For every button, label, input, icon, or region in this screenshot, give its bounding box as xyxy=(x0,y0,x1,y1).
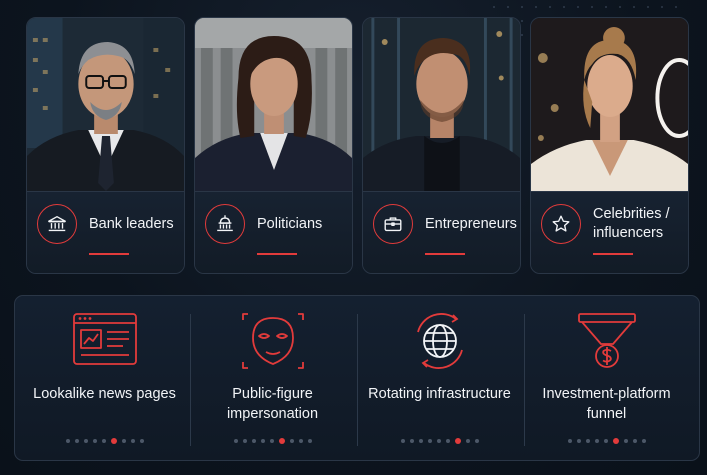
pager-dot[interactable] xyxy=(567,439,572,443)
pager-dot[interactable] xyxy=(623,439,628,443)
tactic-investment-platform-funnel[interactable]: Investment-platform funnel xyxy=(523,296,690,462)
pager-dot[interactable] xyxy=(576,439,581,443)
persona-card-entrepreneurs[interactable]: Entrepreneurs xyxy=(362,17,521,274)
persona-footer: Entrepreneurs xyxy=(363,191,520,273)
tactic-rotating-infrastructure[interactable]: Rotating infrastructure xyxy=(356,296,523,462)
capitol-icon xyxy=(205,204,245,244)
pager-dot[interactable] xyxy=(418,439,423,443)
pager-dot-active[interactable] xyxy=(612,438,619,444)
pager-dot[interactable] xyxy=(641,439,646,443)
pager-dot-active[interactable] xyxy=(278,438,285,444)
tactic-label: Investment-platform funnel xyxy=(542,386,671,422)
persona-footer: Celebrities / influencers xyxy=(531,191,688,273)
pagination-dots xyxy=(189,438,356,444)
pager-dot[interactable] xyxy=(307,439,312,443)
politician-photo xyxy=(195,18,352,191)
rotating-globe-icon xyxy=(406,310,474,372)
pager-dot[interactable] xyxy=(445,439,450,443)
pager-dot[interactable] xyxy=(409,439,414,443)
pagination-dots xyxy=(21,438,188,444)
persona-label: Entrepreneurs xyxy=(425,215,517,232)
pager-dot[interactable] xyxy=(436,439,441,443)
tactics-panel: Lookalike news pages Public-figure imper… xyxy=(14,295,700,461)
pager-dot[interactable] xyxy=(474,439,479,443)
tactic-lookalike-news-pages[interactable]: Lookalike news pages xyxy=(21,296,188,462)
accent-underline xyxy=(425,253,465,255)
pager-dot-active[interactable] xyxy=(454,438,461,444)
persona-card-celebrities[interactable]: Celebrities / influencers xyxy=(530,17,689,274)
pagination-dots xyxy=(523,438,690,444)
pager-dot[interactable] xyxy=(585,439,590,443)
pager-dot[interactable] xyxy=(92,439,97,443)
pager-dot[interactable] xyxy=(74,439,79,443)
pager-dot[interactable] xyxy=(251,439,256,443)
persona-footer: Bank leaders xyxy=(27,191,184,273)
tactic-label: Public-figure impersonation xyxy=(226,386,319,422)
pagination-dots xyxy=(356,438,523,444)
pager-dot[interactable] xyxy=(83,439,88,443)
pager-dot[interactable] xyxy=(465,439,470,443)
pager-dot[interactable] xyxy=(65,439,70,443)
tactic-public-figure-impersonation[interactable]: Public-figure impersonation xyxy=(189,296,356,462)
persona-cards: Bank leaders Politicians Entrepreneurs C… xyxy=(26,17,689,274)
pager-dot[interactable] xyxy=(632,439,637,443)
pager-dot[interactable] xyxy=(130,439,135,443)
mask-icon xyxy=(239,310,307,372)
tactic-label: Rotating infrastructure xyxy=(368,386,511,402)
persona-label: Celebrities / influencers xyxy=(593,206,670,241)
accent-underline xyxy=(593,253,633,255)
pager-dot[interactable] xyxy=(139,439,144,443)
pager-dot[interactable] xyxy=(269,439,274,443)
accent-underline xyxy=(89,253,129,255)
pager-dot[interactable] xyxy=(400,439,405,443)
persona-label: Politicians xyxy=(257,215,323,232)
persona-footer: Politicians xyxy=(195,191,352,273)
accent-underline xyxy=(257,253,297,255)
pager-dot[interactable] xyxy=(242,439,247,443)
celebrity-photo xyxy=(531,18,688,191)
pager-dot[interactable] xyxy=(298,439,303,443)
pager-dot[interactable] xyxy=(603,439,608,443)
money-funnel-icon xyxy=(573,310,641,372)
pager-dot[interactable] xyxy=(594,439,599,443)
briefcase-icon xyxy=(373,204,413,244)
bank-leader-photo xyxy=(27,18,184,191)
entrepreneur-photo xyxy=(363,18,520,191)
persona-label: Bank leaders xyxy=(89,215,174,232)
star-icon xyxy=(541,204,581,244)
pager-dot[interactable] xyxy=(427,439,432,443)
pager-dot-active[interactable] xyxy=(110,438,117,444)
tactic-label: Lookalike news pages xyxy=(33,386,176,402)
persona-card-politicians[interactable]: Politicians xyxy=(194,17,353,274)
news-page-icon xyxy=(71,310,139,372)
bank-icon xyxy=(37,204,77,244)
pager-dot[interactable] xyxy=(101,439,106,443)
persona-card-bank-leaders[interactable]: Bank leaders xyxy=(26,17,185,274)
pager-dot[interactable] xyxy=(121,439,126,443)
pager-dot[interactable] xyxy=(260,439,265,443)
pager-dot[interactable] xyxy=(233,439,238,443)
pager-dot[interactable] xyxy=(289,439,294,443)
